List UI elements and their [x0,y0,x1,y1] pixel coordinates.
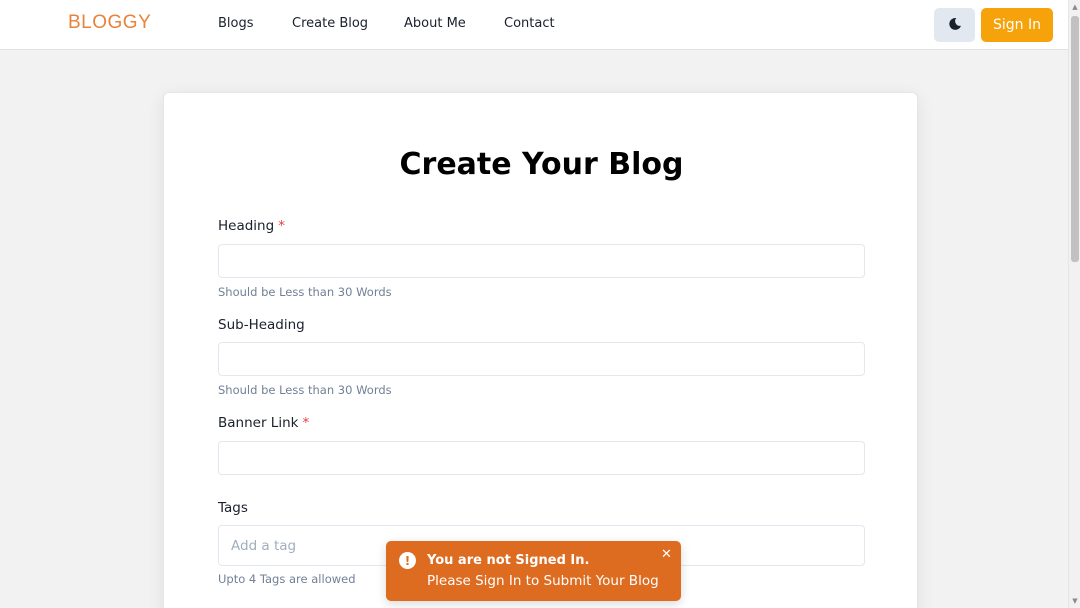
close-icon[interactable]: ✕ [661,547,672,562]
heading-input[interactable] [218,244,865,278]
toast-title: You are not Signed In. [427,553,590,568]
heading-label: Heading * [218,218,285,234]
banner-link-label-text: Banner Link [218,415,299,431]
nav-link-blogs[interactable]: Blogs [218,16,254,31]
page-scrollbar[interactable]: ▲ ▼ [1068,0,1080,608]
required-asterisk: * [302,415,310,431]
required-asterisk: * [278,218,285,234]
tags-placeholder: Add a tag [231,538,297,554]
toast-description: Please Sign In to Submit Your Blog [427,573,659,589]
heading-label-text: Heading [218,218,275,234]
subheading-label-text: Sub-Heading [218,317,305,333]
subheading-label: Sub-Heading [218,317,305,333]
banner-link-label: Banner Link * [218,415,309,431]
theme-toggle-button[interactable] [934,8,975,42]
warning-icon: ! [399,552,416,569]
subheading-input[interactable] [218,342,865,376]
subheading-helper-text: Should be Less than 30 Words [218,383,392,397]
create-blog-card: Create Your Blog Heading * Should be Less… [163,92,918,608]
top-navbar: BLOGGY Blogs Create Blog About Me Contac… [0,0,1068,50]
nav-link-create-blog[interactable]: Create Blog [292,16,368,31]
nav-link-contact[interactable]: Contact [504,16,555,31]
sign-in-button[interactable]: Sign In [981,8,1053,42]
tags-helper-text: Upto 4 Tags are allowed [218,572,356,586]
page-title: Create Your Blog [399,147,684,182]
scroll-down-arrow-icon[interactable]: ▼ [1069,594,1080,608]
scroll-up-arrow-icon[interactable]: ▲ [1069,0,1080,14]
brand-logo[interactable]: BLOGGY [68,12,151,34]
nav-link-about-me[interactable]: About Me [404,16,466,31]
heading-helper-text: Should be Less than 30 Words [218,285,392,299]
tags-label-text: Tags [218,500,248,516]
scrollbar-thumb[interactable] [1071,16,1079,262]
banner-link-input[interactable] [218,441,865,475]
not-signed-in-toast: ! You are not Signed In. Please Sign In … [386,541,681,601]
tags-label: Tags [218,500,248,516]
moon-icon [948,16,962,35]
